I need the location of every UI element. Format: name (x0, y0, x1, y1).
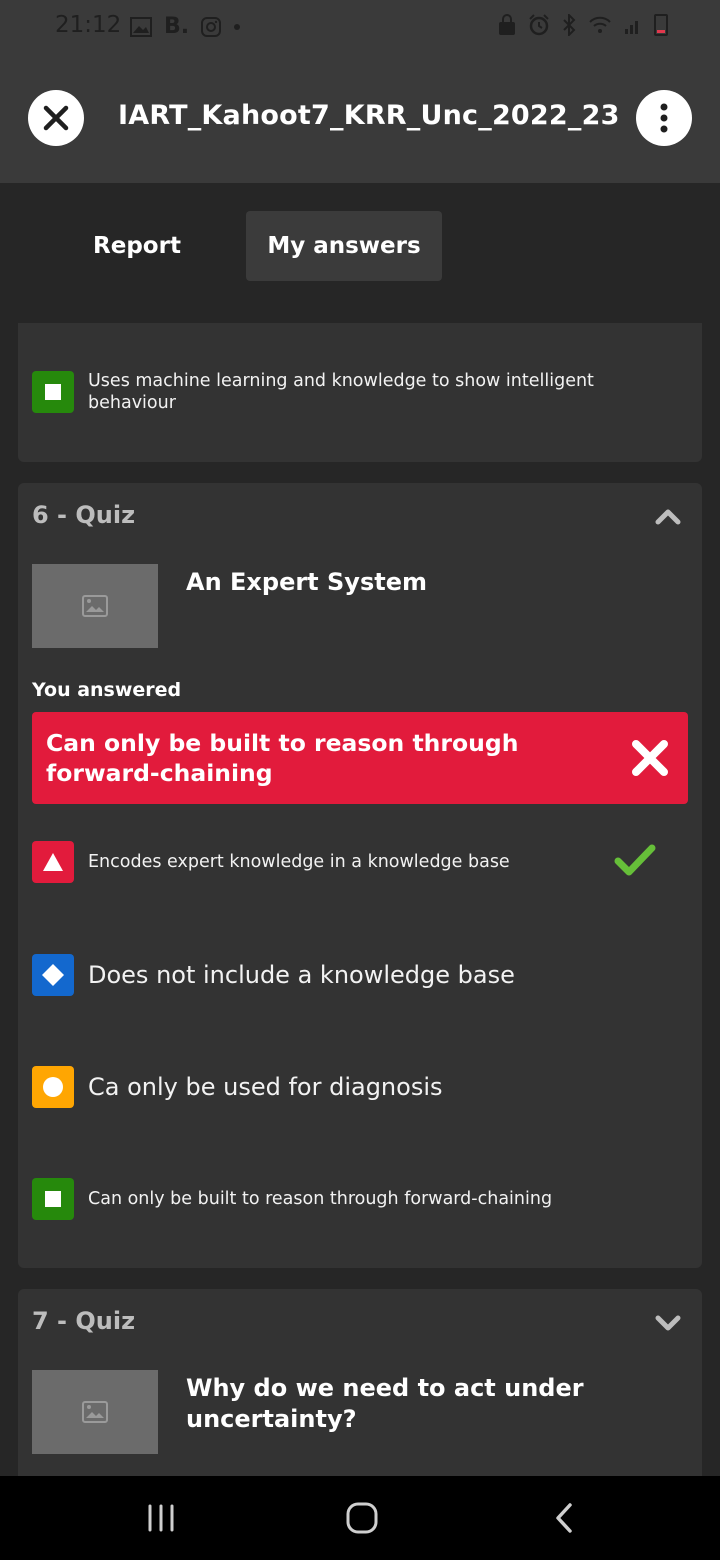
gallery-icon (130, 16, 152, 37)
alarm-lock-icon (499, 14, 515, 35)
quiz-label: 7 - Quiz (32, 1307, 136, 1335)
question-card-6: 6 - Quiz An Expert System You answered C… (18, 483, 702, 1268)
back-icon (556, 1503, 572, 1533)
chevron-down-icon[interactable] (654, 1309, 682, 1337)
back-button[interactable] (542, 1496, 586, 1540)
your-answer-text: Can only be built to reason through forw… (46, 729, 519, 787)
home-icon (346, 1502, 378, 1534)
option-text: Uses machine learning and knowledge to s… (88, 371, 594, 413)
you-answered-label: You answered (32, 679, 182, 701)
status-time: 21:12 (55, 12, 122, 38)
option-row-circle: Ca only be used for diagnosis (32, 1066, 443, 1108)
wrong-icon (632, 740, 668, 776)
option-text: Encodes expert knowledge in a knowledge … (88, 852, 510, 872)
square-shape-icon (32, 1178, 74, 1220)
question-text: Why do we need to act under uncertainty? (186, 1373, 584, 1435)
tab-report[interactable]: Report (70, 211, 204, 281)
b-app-icon: B. (164, 14, 190, 39)
option-text: Does not include a knowledge base (88, 961, 515, 989)
square-shape-icon (32, 371, 74, 413)
more-vertical-icon (660, 103, 668, 133)
image-icon (82, 595, 108, 617)
question-text-part1: Why do we need to act under (186, 1374, 584, 1402)
option-row-diamond: Does not include a knowledge base (32, 954, 515, 996)
option-row-triangle: Encodes expert knowledge in a knowledge … (32, 841, 510, 883)
page-title: IART_Kahoot7_KRR_Unc_2022_23 (118, 100, 620, 131)
instagram-icon (201, 16, 222, 37)
question-card-5: Uses machine learning and knowledge to s… (18, 323, 702, 462)
image-icon (82, 1401, 108, 1423)
question-text-part2: uncertainty? (186, 1405, 357, 1433)
recent-apps-icon (148, 1504, 174, 1532)
close-button[interactable] (28, 90, 84, 146)
tabs: Report My answers (0, 183, 720, 323)
question-card-7[interactable]: 7 - Quiz Why do we need to act under unc… (18, 1289, 702, 1489)
correct-check-icon (614, 844, 656, 876)
alarm-icon (529, 14, 549, 36)
option-text: Can only be built to reason through forw… (88, 1189, 553, 1209)
navigation-bar (0, 1476, 720, 1560)
bluetooth-icon (563, 14, 576, 36)
tab-my-answers[interactable]: My answers (246, 211, 442, 281)
circle-shape-icon (32, 1066, 74, 1108)
battery-icon (654, 14, 668, 36)
quiz-label: 6 - Quiz (32, 501, 136, 529)
status-right-icons (498, 14, 668, 36)
status-bar: 21:12 B. (0, 0, 720, 55)
status-left-icons: B. (130, 14, 241, 39)
recent-apps-button[interactable] (139, 1496, 183, 1540)
signal-icon (625, 21, 638, 34)
triangle-shape-icon (32, 841, 74, 883)
wifi-icon (589, 16, 611, 33)
app-header: IART_Kahoot7_KRR_Unc_2022_23 (0, 55, 720, 183)
option-row-square: Can only be built to reason through forw… (32, 1178, 552, 1220)
your-answer-banner: Can only be built to reason through forw… (32, 712, 688, 804)
home-button[interactable] (340, 1496, 384, 1540)
question-image-placeholder (32, 1370, 158, 1454)
chevron-up-icon[interactable] (654, 503, 682, 531)
more-options-button[interactable] (636, 90, 692, 146)
close-icon (43, 105, 69, 131)
dot-icon (234, 23, 241, 30)
option-text: Ca only be used for diagnosis (88, 1073, 443, 1101)
question-image-placeholder (32, 564, 158, 648)
question-text: An Expert System (186, 568, 427, 596)
option-row: Uses machine learning and knowledge to s… (32, 370, 648, 414)
diamond-shape-icon (32, 954, 74, 996)
